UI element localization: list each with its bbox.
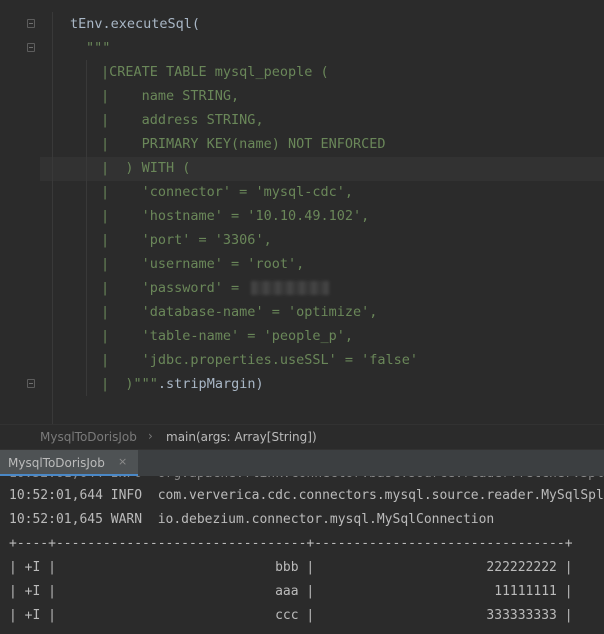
code-text: ) WITH ( bbox=[109, 160, 191, 176]
code-text: )""" bbox=[109, 376, 158, 392]
code-line[interactable]: | 'connector' = 'mysql-cdc', bbox=[101, 180, 353, 204]
tab-label: MysqlToDorisJob bbox=[8, 456, 105, 470]
code-line[interactable]: | PRIMARY KEY(name) NOT ENFORCED bbox=[101, 132, 385, 156]
close-icon[interactable]: × bbox=[118, 455, 127, 468]
code-text: 'password' = bbox=[109, 280, 248, 296]
console-table-row: | +I | bbb | 222222222 | bbox=[9, 560, 573, 575]
code-text: 'database-name' = 'optimize', bbox=[109, 304, 378, 320]
code-text: name STRING, bbox=[109, 88, 240, 104]
indent-guide bbox=[86, 60, 87, 396]
code-text: 'username' = 'root', bbox=[109, 256, 305, 272]
margin-bar: | bbox=[101, 184, 110, 200]
code-line[interactable]: tEnv.executeSql( bbox=[70, 12, 200, 36]
code-line[interactable]: """ bbox=[86, 36, 110, 60]
margin-bar: | bbox=[101, 280, 110, 296]
margin-bar: | bbox=[101, 160, 110, 176]
margin-bar: | bbox=[101, 352, 110, 368]
console-table-border: +----+--------------------------------+-… bbox=[9, 536, 573, 551]
code-line[interactable]: | address STRING, bbox=[101, 108, 264, 132]
code-line[interactable]: | 'username' = 'root', bbox=[101, 252, 304, 276]
run-tool-window-tabs: MysqlToDorisJob × bbox=[0, 449, 604, 477]
breadcrumb-class[interactable]: MysqlToDorisJob bbox=[40, 430, 137, 444]
code-line[interactable]: | ) WITH ( bbox=[101, 156, 190, 180]
margin-bar: | bbox=[101, 376, 110, 392]
margin-bar: | bbox=[101, 208, 110, 224]
margin-bar: | bbox=[101, 328, 110, 344]
run-console[interactable]: 10:52:01,644 INFO org.apache.flink.conne… bbox=[0, 476, 604, 634]
code-line[interactable]: | )""".stripMargin) bbox=[101, 372, 264, 396]
breadcrumb: MysqlToDorisJob › main(args: Array[Strin… bbox=[0, 424, 604, 449]
margin-bar: | bbox=[101, 88, 110, 104]
code-text: 'port' = '3306', bbox=[109, 232, 272, 248]
fold-marker-icon[interactable] bbox=[27, 43, 35, 52]
code-text: .stripMargin) bbox=[157, 376, 264, 392]
margin-bar: | bbox=[101, 304, 110, 320]
chevron-right-icon: › bbox=[148, 429, 153, 443]
breadcrumb-method[interactable]: main(args: Array[String]) bbox=[166, 430, 317, 444]
console-line: 10:52:01,644 INFO com.ververica.cdc.conn… bbox=[9, 488, 604, 503]
code-text: tEnv.executeSql( bbox=[70, 16, 201, 32]
margin-bar: | bbox=[101, 256, 110, 272]
code-line[interactable]: | 'hostname' = '10.10.49.102', bbox=[101, 204, 369, 228]
code-line[interactable]: |CREATE TABLE mysql_people ( bbox=[101, 60, 329, 84]
code-text: 'connector' = 'mysql-cdc', bbox=[109, 184, 353, 200]
margin-bar: | bbox=[101, 112, 110, 128]
code-text: """ bbox=[86, 40, 111, 56]
code-line[interactable]: | 'database-name' = 'optimize', bbox=[101, 300, 377, 324]
fold-marker-icon[interactable] bbox=[27, 19, 35, 28]
code-text: address STRING, bbox=[109, 112, 264, 128]
code-line[interactable]: | 'port' = '3306', bbox=[101, 228, 272, 252]
console-line: 10:52:01,645 WARN io.debezium.connector.… bbox=[9, 512, 495, 527]
editor-gutter bbox=[0, 0, 40, 424]
code-text: PRIMARY KEY(name) NOT ENFORCED bbox=[109, 136, 386, 152]
code-line[interactable]: | 'table-name' = 'people_p', bbox=[101, 324, 353, 348]
margin-bar: | bbox=[101, 232, 110, 248]
tab-run-mysqltodorisjob[interactable]: MysqlToDorisJob × bbox=[0, 450, 138, 477]
margin-bar: | bbox=[101, 64, 110, 80]
console-table-row: | +I | aaa | 11111111 | bbox=[9, 584, 573, 599]
indent-guide bbox=[52, 12, 53, 424]
fold-marker-icon[interactable] bbox=[27, 379, 35, 388]
code-line[interactable]: | name STRING, bbox=[101, 84, 239, 108]
code-line[interactable]: | 'jdbc.properties.useSSL' = 'false' bbox=[101, 348, 418, 372]
code-editor[interactable]: tEnv.executeSql(""" |CREATE TABLE mysql_p… bbox=[0, 0, 604, 424]
code-text: CREATE TABLE mysql_people ( bbox=[109, 64, 329, 80]
code-text: 'jdbc.properties.useSSL' = 'false' bbox=[109, 352, 418, 368]
code-text: 'table-name' = 'people_p', bbox=[109, 328, 353, 344]
console-table-row: | +I | ccc | 333333333 | bbox=[9, 608, 573, 623]
margin-bar: | bbox=[101, 136, 110, 152]
redacted-value bbox=[251, 281, 330, 295]
code-text: 'hostname' = '10.10.49.102', bbox=[109, 208, 370, 224]
code-line[interactable]: | 'password' = bbox=[101, 276, 330, 300]
